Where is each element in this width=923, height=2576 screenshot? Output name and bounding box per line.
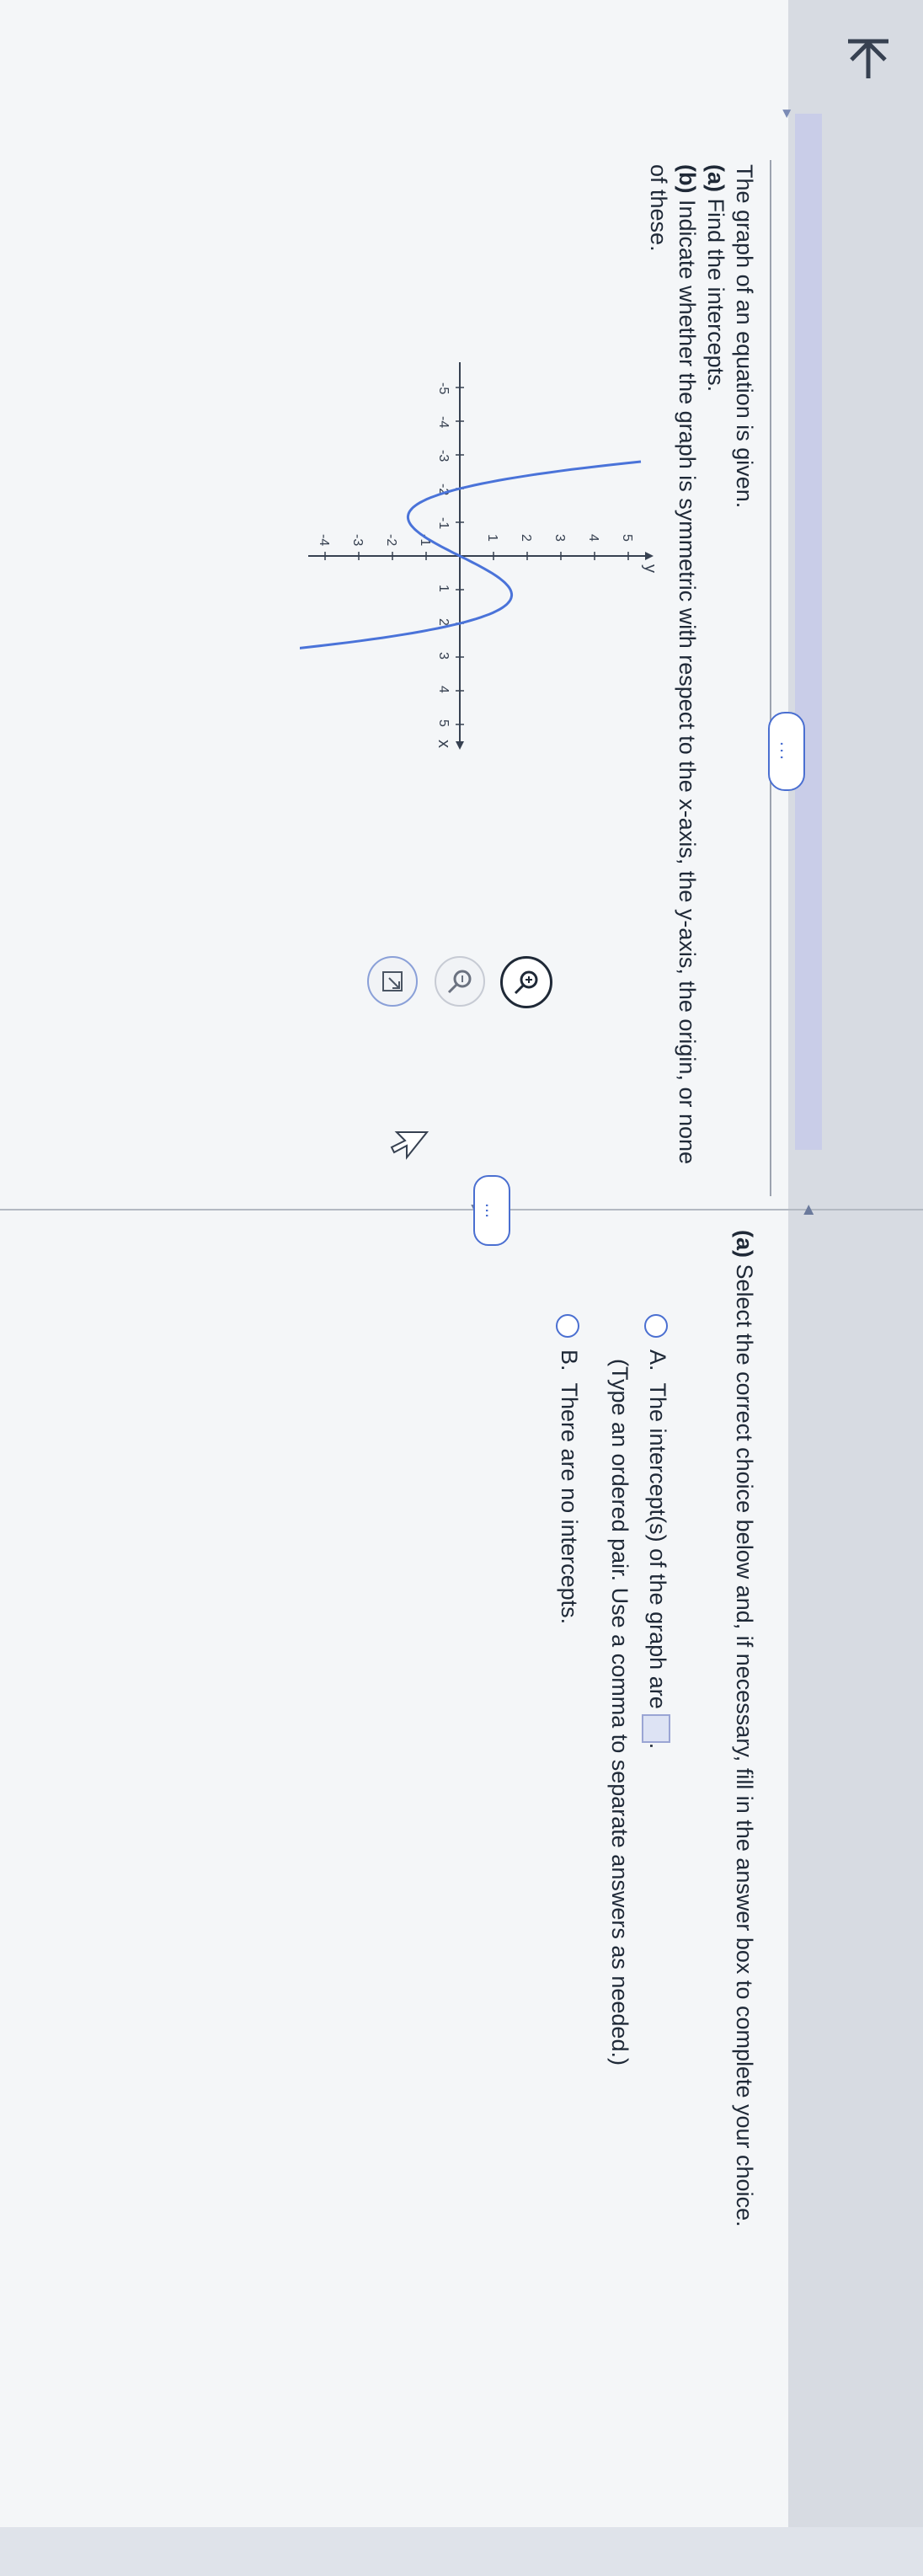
pane-handle[interactable]: ...	[473, 1175, 510, 1246]
x-tick-label: -1	[436, 517, 451, 529]
more-button[interactable]: ...	[768, 712, 805, 791]
answer-instructions: (a) Select the correct choice below and,…	[732, 1230, 757, 2227]
back-arrow-icon[interactable]	[839, 29, 898, 88]
zoom-out-icon[interactable]	[435, 956, 485, 1007]
y-tick-label: -4	[317, 534, 331, 546]
x-tick-label: 3	[436, 652, 451, 660]
rotated-viewport: ▸ The graph of an equation is given. (a)…	[0, 0, 923, 2576]
x-tick-label: 5	[436, 719, 451, 727]
x-tick-label: -4	[436, 416, 451, 428]
period: .	[645, 1742, 670, 1750]
choice-b-text: There are no intercepts.	[557, 1382, 582, 1625]
y-tick-label: 3	[552, 534, 567, 542]
choice-a-text: The intercept(s) of the graph are	[645, 1382, 670, 1709]
choice-b-label: B.	[557, 1349, 582, 1371]
x-axis-label: x	[435, 740, 453, 748]
x-tick-label: 1	[436, 585, 451, 592]
expand-icon[interactable]	[367, 956, 418, 1007]
pane-left-arrow-icon[interactable]: ◂	[798, 1205, 822, 1215]
zoom-in-icon[interactable]	[500, 956, 552, 1008]
axis-ticks: -5-4-3-2-11234554321-1-2-3-4-5	[317, 382, 634, 727]
collapse-arrow-icon[interactable]: ▸	[777, 110, 798, 118]
answer-box[interactable]	[642, 1713, 670, 1743]
y-tick-label: -3	[350, 534, 365, 546]
x-tick-label: -3	[436, 450, 451, 462]
choice-b[interactable]: B. There are no intercepts.	[556, 1314, 582, 1624]
mouse-cursor-icon	[381, 1129, 430, 1162]
y-axis-arrow	[645, 552, 654, 560]
equation-graph: x y -5-4-3-2-11234554321-1-2-3-4-5	[300, 362, 659, 750]
radio-choice-b[interactable]	[556, 1314, 579, 1338]
header-divider	[770, 160, 771, 1196]
y-tick-label: 4	[586, 534, 600, 542]
radio-choice-a[interactable]	[644, 1314, 668, 1338]
pane-divider[interactable]	[0, 1209, 923, 1211]
choice-a[interactable]: A. The intercept(s) of the graph are .	[642, 1314, 670, 1749]
right-edge-bar	[0, 2527, 923, 2576]
progress-bar	[795, 114, 822, 1150]
y-tick-label: 2	[519, 534, 533, 542]
x-tick-label: -5	[436, 382, 451, 394]
question-part-a: (a) Find the intercepts.	[703, 164, 728, 393]
y-tick-label: -2	[384, 534, 398, 546]
y-tick-label: 5	[620, 534, 634, 542]
x-axis-arrow	[456, 741, 464, 750]
y-tick-label: 1	[485, 534, 499, 542]
question-intro: The graph of an equation is given.	[732, 164, 757, 509]
choice-a-hint: (Type an ordered pair. Use a comma to se…	[607, 1359, 632, 2066]
y-axis-label: y	[641, 564, 659, 573]
choice-a-label: A.	[645, 1349, 670, 1371]
x-tick-label: 4	[436, 686, 451, 693]
